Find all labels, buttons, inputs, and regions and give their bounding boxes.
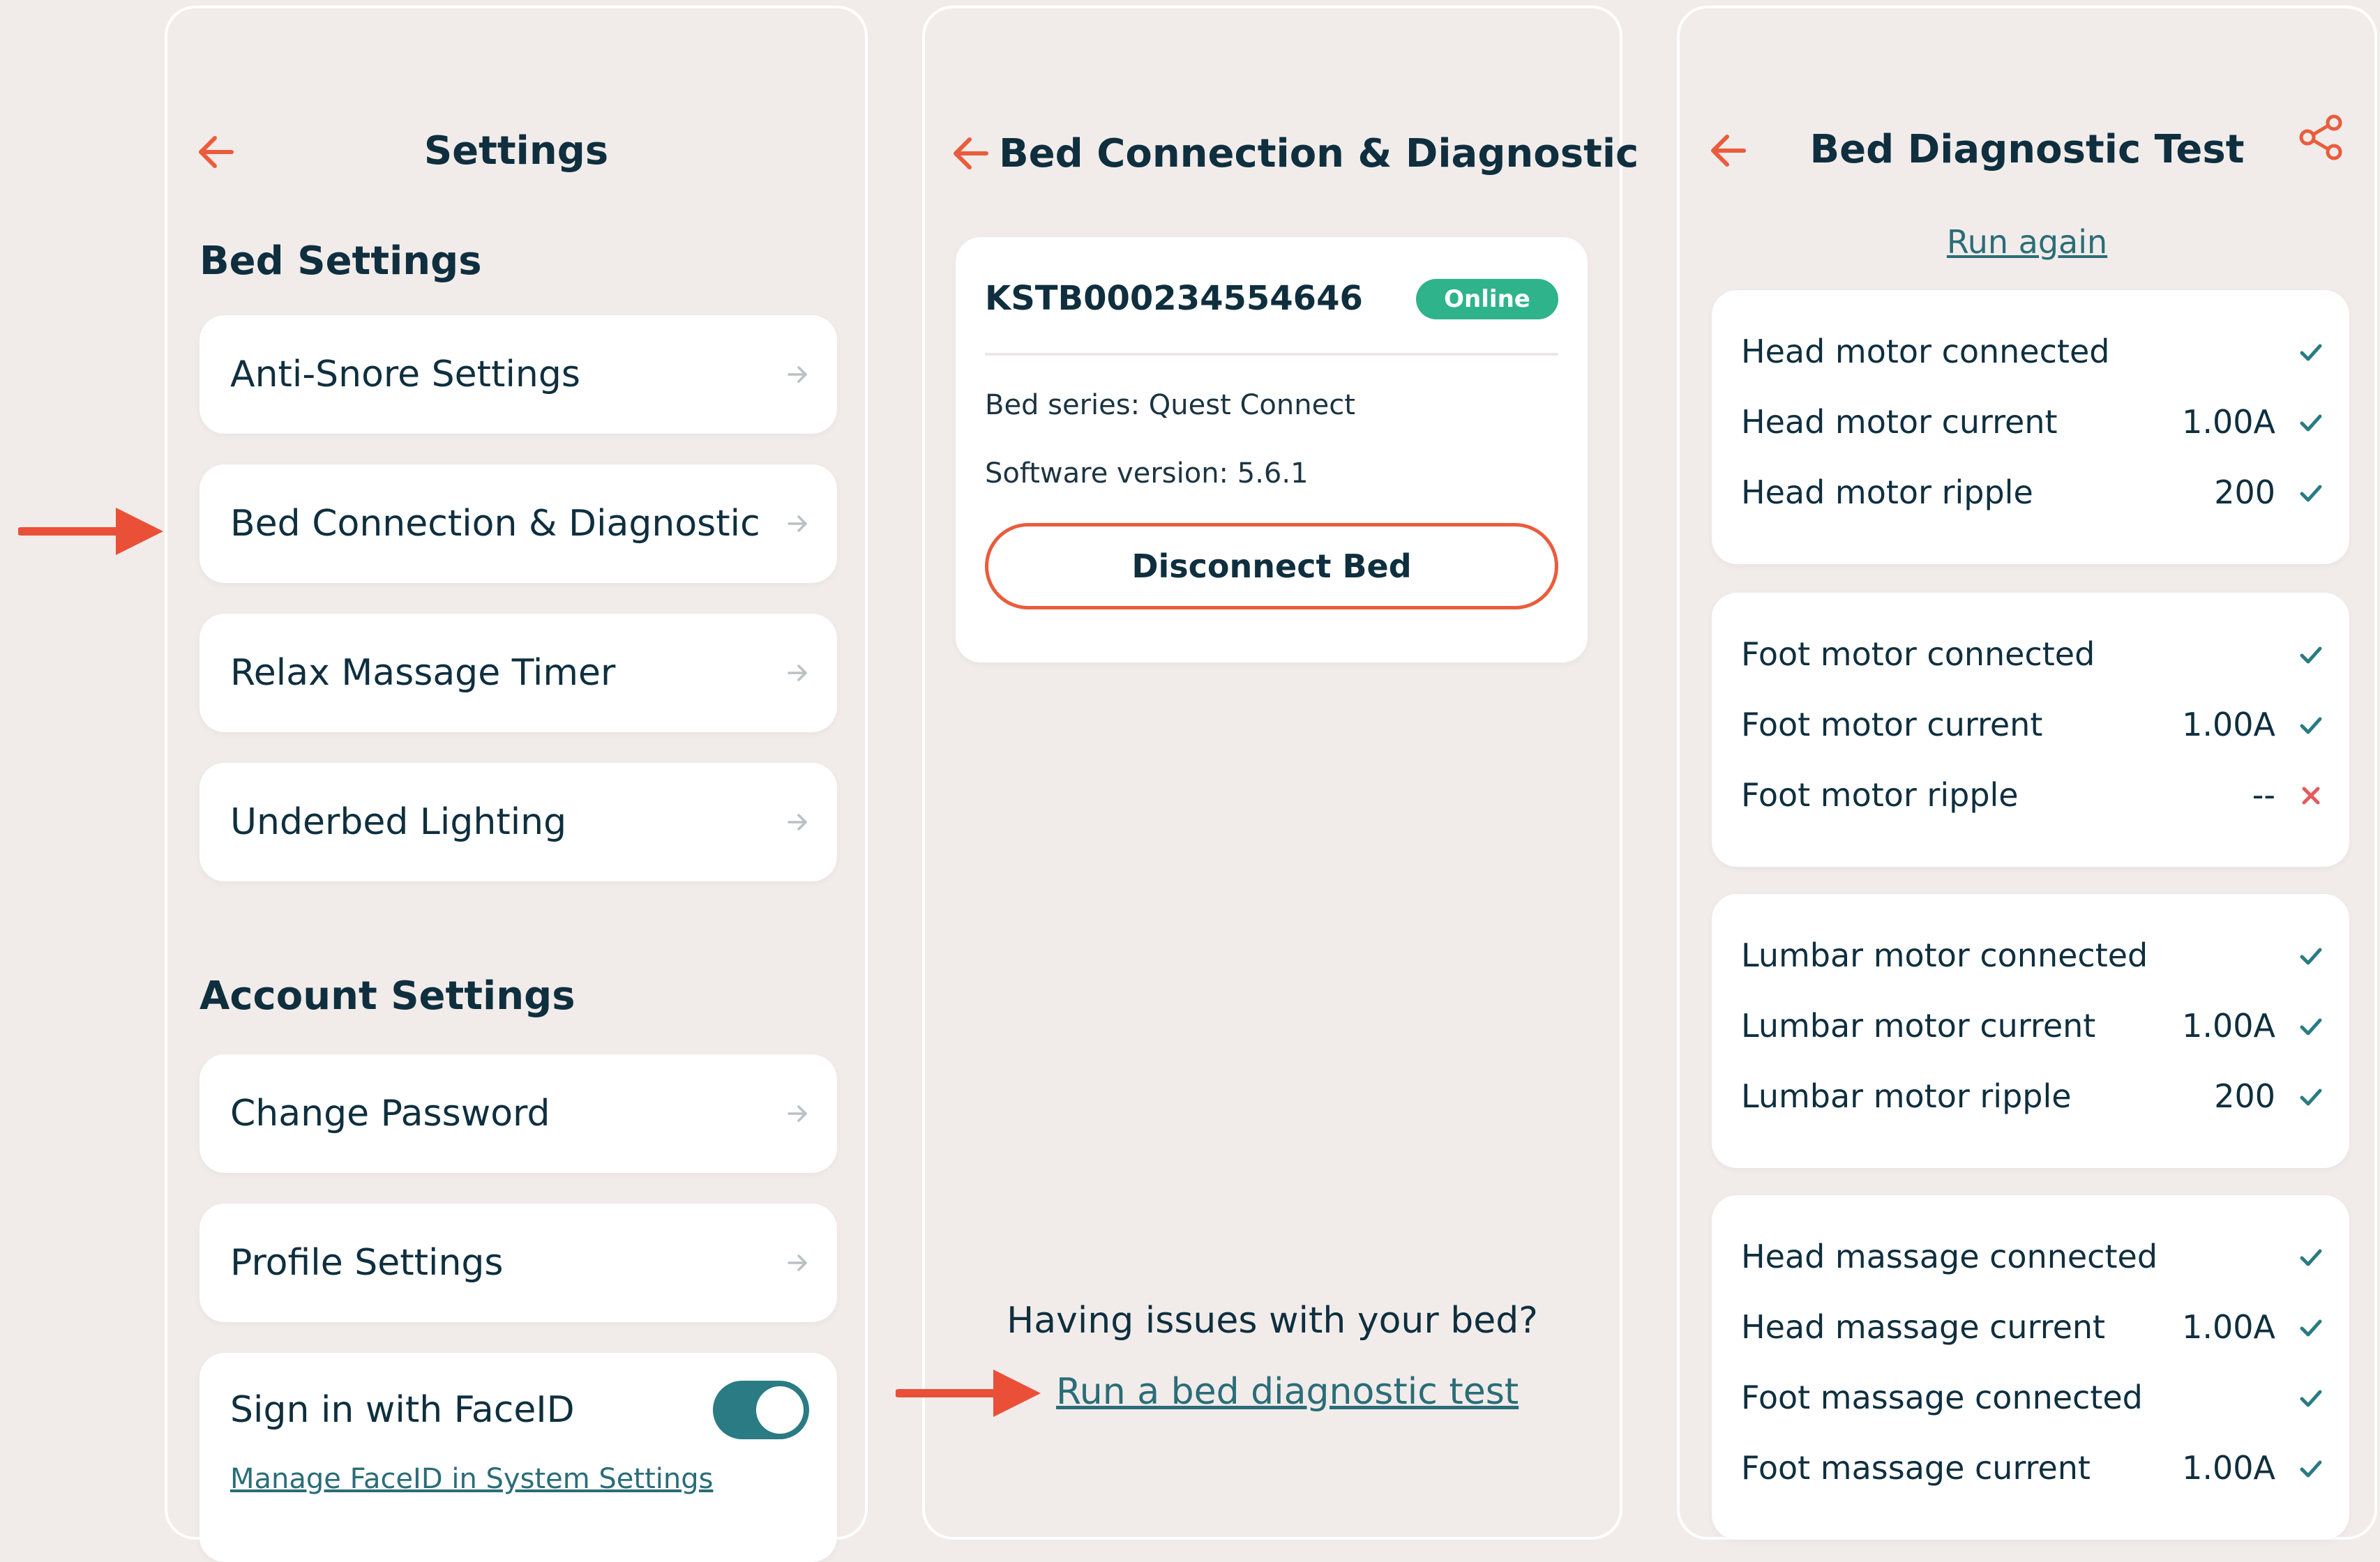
bed-connection-diagnostic-row[interactable]: Bed Connection & Diagnostic	[199, 464, 837, 583]
check-icon	[2300, 1089, 2322, 1106]
run-diagnostic-link[interactable]: Run a bed diagnostic test	[1056, 1371, 1519, 1413]
diagnostic-row: Foot massage current 1.00A	[1741, 1447, 2324, 1489]
check-icon	[2300, 948, 2322, 965]
diagnostic-row: Lumbar motor current 1.00A	[1741, 1005, 2324, 1047]
bed-info-card: KSTB000234554646 Online Bed series: Ques…	[956, 237, 1588, 662]
manage-faceid-link[interactable]: Manage FaceID in System Settings	[230, 1463, 713, 1495]
row-label: Change Password	[230, 1093, 550, 1135]
run-again-link[interactable]: Run again	[1680, 223, 2374, 261]
diagnostic-value: 1.00A	[2182, 1007, 2275, 1045]
diagnostic-label: Foot motor current	[1741, 706, 2043, 743]
diagnostic-label: Head motor ripple	[1741, 473, 2033, 511]
back-arrow-icon[interactable]	[950, 132, 992, 174]
diagnostic-row: Head massage connected	[1741, 1236, 2324, 1277]
relax-massage-timer-row[interactable]: Relax Massage Timer	[199, 614, 837, 732]
arrow-right-icon	[788, 814, 807, 831]
settings-panel: Settings Bed Settings Anti-Snore Setting…	[165, 6, 868, 1562]
connection-panel: Bed Connection & Diagnostic KSTB00023455…	[922, 6, 1639, 1540]
row-label: Bed Connection & Diagnostic	[230, 503, 760, 545]
underbed-lighting-row[interactable]: Underbed Lighting	[199, 763, 837, 881]
arrow-right-icon	[788, 1105, 807, 1122]
check-icon	[2300, 1249, 2322, 1266]
check-icon	[2300, 1390, 2322, 1407]
diagnostic-panel: Bed Diagnostic Test Run again Head motor…	[1677, 6, 2377, 1540]
diagnostic-label: Lumbar motor current	[1741, 1007, 2096, 1045]
diagnostic-row: Lumbar motor connected	[1741, 934, 2324, 976]
diagnostic-row: Head motor current 1.00A	[1741, 401, 2324, 443]
diagnostic-label: Foot motor connected	[1741, 635, 2095, 673]
diagnostic-value: 1.00A	[2182, 1449, 2275, 1487]
diagnostic-value: 1.00A	[2182, 1308, 2275, 1346]
diagnostic-value: 200	[2214, 473, 2275, 511]
arrow-right-icon	[788, 515, 807, 532]
row-label: Profile Settings	[230, 1242, 504, 1284]
row-label: Relax Massage Timer	[230, 652, 616, 694]
arrow-right-icon	[788, 366, 807, 383]
diagnostic-row: Head motor ripple 200	[1741, 471, 2324, 513]
diagnostic-row: Foot motor current 1.00A	[1741, 704, 2324, 745]
diagnostic-label: Head massage connected	[1741, 1238, 2158, 1275]
divider	[985, 353, 1558, 356]
check-icon	[2300, 485, 2322, 502]
page-title: Settings	[423, 128, 609, 174]
diagnostic-label: Head motor connected	[1741, 333, 2110, 370]
diagnostic-label: Lumbar motor ripple	[1741, 1077, 2072, 1115]
check-icon	[2300, 1018, 2322, 1036]
diagnostic-group-card: Head massage connected Head massage curre…	[1712, 1195, 2349, 1540]
anti-snore-settings-row[interactable]: Anti-Snore Settings	[199, 315, 837, 434]
diagnostic-value: 200	[2214, 1077, 2275, 1115]
row-label: Underbed Lighting	[230, 801, 567, 843]
diagnostic-row: Foot motor ripple --	[1741, 774, 2324, 816]
diagnostic-row: Lumbar motor ripple 200	[1741, 1075, 2324, 1117]
check-icon	[2300, 646, 2322, 664]
diagnostic-group-card: Head motor connected Head motor current 1.…	[1712, 290, 2349, 564]
check-icon	[2300, 414, 2322, 432]
check-icon	[2300, 1460, 2322, 1478]
diagnostic-row: Head massage current 1.00A	[1741, 1306, 2324, 1348]
diagnostic-label: Head motor current	[1741, 403, 2058, 441]
page-title: Bed Diagnostic Test	[1809, 127, 2245, 172]
check-icon	[2300, 344, 2322, 361]
diagnostic-value: --	[2252, 776, 2275, 814]
profile-settings-row[interactable]: Profile Settings	[199, 1204, 837, 1322]
diagnostic-label: Lumbar motor connected	[1741, 937, 2148, 974]
status-badge: Online	[1416, 279, 1558, 319]
bed-serial: KSTB000234554646	[985, 279, 1363, 318]
pointer-arrow-diagnostic	[896, 1370, 1041, 1417]
faceid-toggle[interactable]	[713, 1381, 809, 1439]
diagnostic-label: Head massage current	[1741, 1308, 2106, 1346]
toggle-knob	[756, 1386, 804, 1434]
diagnostic-label: Foot motor ripple	[1741, 776, 2019, 814]
software-version-text: Software version: 5.6.1	[985, 457, 1309, 490]
arrow-right-icon	[788, 665, 807, 681]
diagnostic-group-card: Lumbar motor connected Lumbar motor curre…	[1712, 894, 2349, 1168]
diagnostic-group-card: Foot motor connected Foot motor current 1.…	[1712, 593, 2349, 867]
share-icon[interactable]	[2298, 113, 2347, 162]
row-label: Anti-Snore Settings	[230, 354, 580, 395]
disconnect-bed-button[interactable]: Disconnect Bed	[985, 523, 1558, 609]
account-settings-heading: Account Settings	[199, 973, 575, 1019]
diagnostic-value: 1.00A	[2182, 706, 2275, 743]
change-password-row[interactable]: Change Password	[199, 1054, 837, 1173]
bed-settings-heading: Bed Settings	[199, 238, 482, 284]
page-title: Bed Connection & Diagnostic	[999, 131, 1639, 176]
diagnostic-value: 1.00A	[2182, 403, 2275, 441]
diagnostic-row: Foot massage connected	[1741, 1377, 2324, 1418]
issue-prompt: Having issues with your bed?	[1007, 1300, 1538, 1342]
check-icon	[2300, 717, 2322, 734]
diagnostic-label: Foot massage connected	[1741, 1379, 2143, 1416]
faceid-card: Sign in with FaceID Manage FaceID in Sys…	[199, 1353, 837, 1562]
bed-series-text: Bed series: Quest Connect	[985, 389, 1355, 421]
diagnostic-row: Head motor connected	[1741, 331, 2324, 372]
pointer-arrow-settings	[18, 508, 163, 555]
arrow-right-icon	[788, 1254, 807, 1271]
diagnostic-row: Foot motor connected	[1741, 633, 2324, 675]
faceid-label: Sign in with FaceID	[230, 1389, 575, 1431]
x-icon	[2302, 787, 2320, 805]
check-icon	[2300, 1319, 2322, 1337]
diagnostic-label: Foot massage current	[1741, 1449, 2091, 1487]
